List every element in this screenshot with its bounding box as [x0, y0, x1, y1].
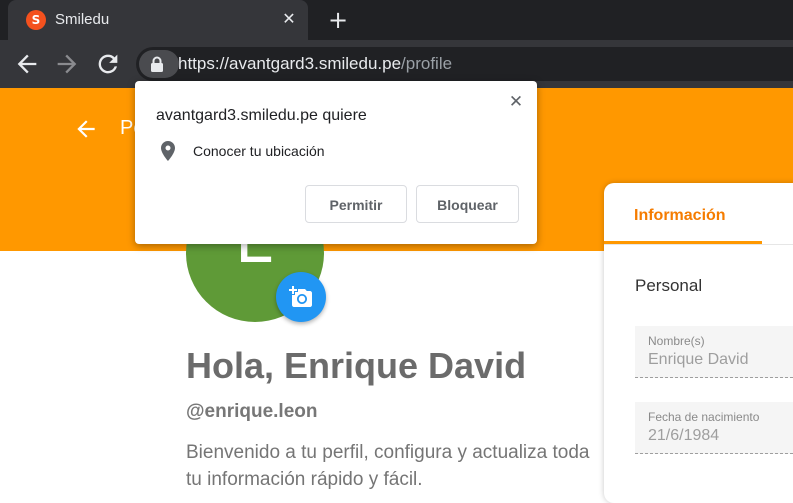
change-photo-button[interactable]	[276, 272, 326, 322]
lock-icon	[150, 56, 164, 77]
field-label: Nombre(s)	[648, 334, 705, 348]
location-pin-icon	[161, 141, 175, 166]
dialog-close-icon[interactable]: ✕	[505, 91, 527, 113]
tab-close-icon[interactable]: ✕	[278, 8, 300, 30]
name-field[interactable]: Nombre(s) Enrique David	[635, 326, 793, 378]
block-button[interactable]: Bloquear	[416, 185, 519, 223]
page-back-arrow-icon[interactable]	[73, 116, 99, 147]
add-photo-camera-icon	[289, 286, 312, 307]
username: @enrique.leon	[186, 401, 318, 422]
location-permission-dialog: avantgard3.smiledu.pe quiere ✕ Conocer t…	[135, 81, 537, 244]
tab-informacion[interactable]: Información	[634, 207, 726, 225]
allow-button[interactable]: Permitir	[305, 185, 407, 223]
permission-text: Conocer tu ubicación	[193, 143, 325, 159]
new-tab-plus-icon[interactable]: +	[325, 7, 351, 33]
birthdate-field[interactable]: Fecha de nacimiento 21/6/1984	[635, 402, 793, 454]
url-path: /profile	[401, 54, 453, 73]
welcome-text: Bienvenido a tu perfil, configura y actu…	[186, 442, 590, 490]
field-label: Fecha de nacimiento	[648, 410, 760, 424]
forward-arrow-icon[interactable]	[53, 50, 81, 78]
reload-icon[interactable]	[94, 50, 122, 78]
url-text[interactable]: https://avantgard3.smiledu.pe/profile	[178, 54, 452, 74]
back-arrow-icon[interactable]	[13, 50, 41, 78]
url-host: https://avantgard3.smiledu.pe	[178, 54, 402, 73]
smiledu-favicon-icon: S	[26, 10, 46, 30]
tab-title: Smiledu	[55, 11, 110, 28]
field-value: 21/6/1984	[648, 427, 720, 444]
tab-strip: S Smiledu ✕ +	[0, 0, 793, 40]
dialog-title: avantgard3.smiledu.pe quiere	[156, 107, 367, 124]
greeting-heading: Hola, Enrique David	[186, 345, 527, 386]
section-title: Personal	[635, 276, 703, 295]
tab-divider	[604, 244, 793, 245]
browser-tab[interactable]: S Smiledu ✕	[8, 0, 308, 40]
field-value: Enrique David	[648, 351, 749, 368]
